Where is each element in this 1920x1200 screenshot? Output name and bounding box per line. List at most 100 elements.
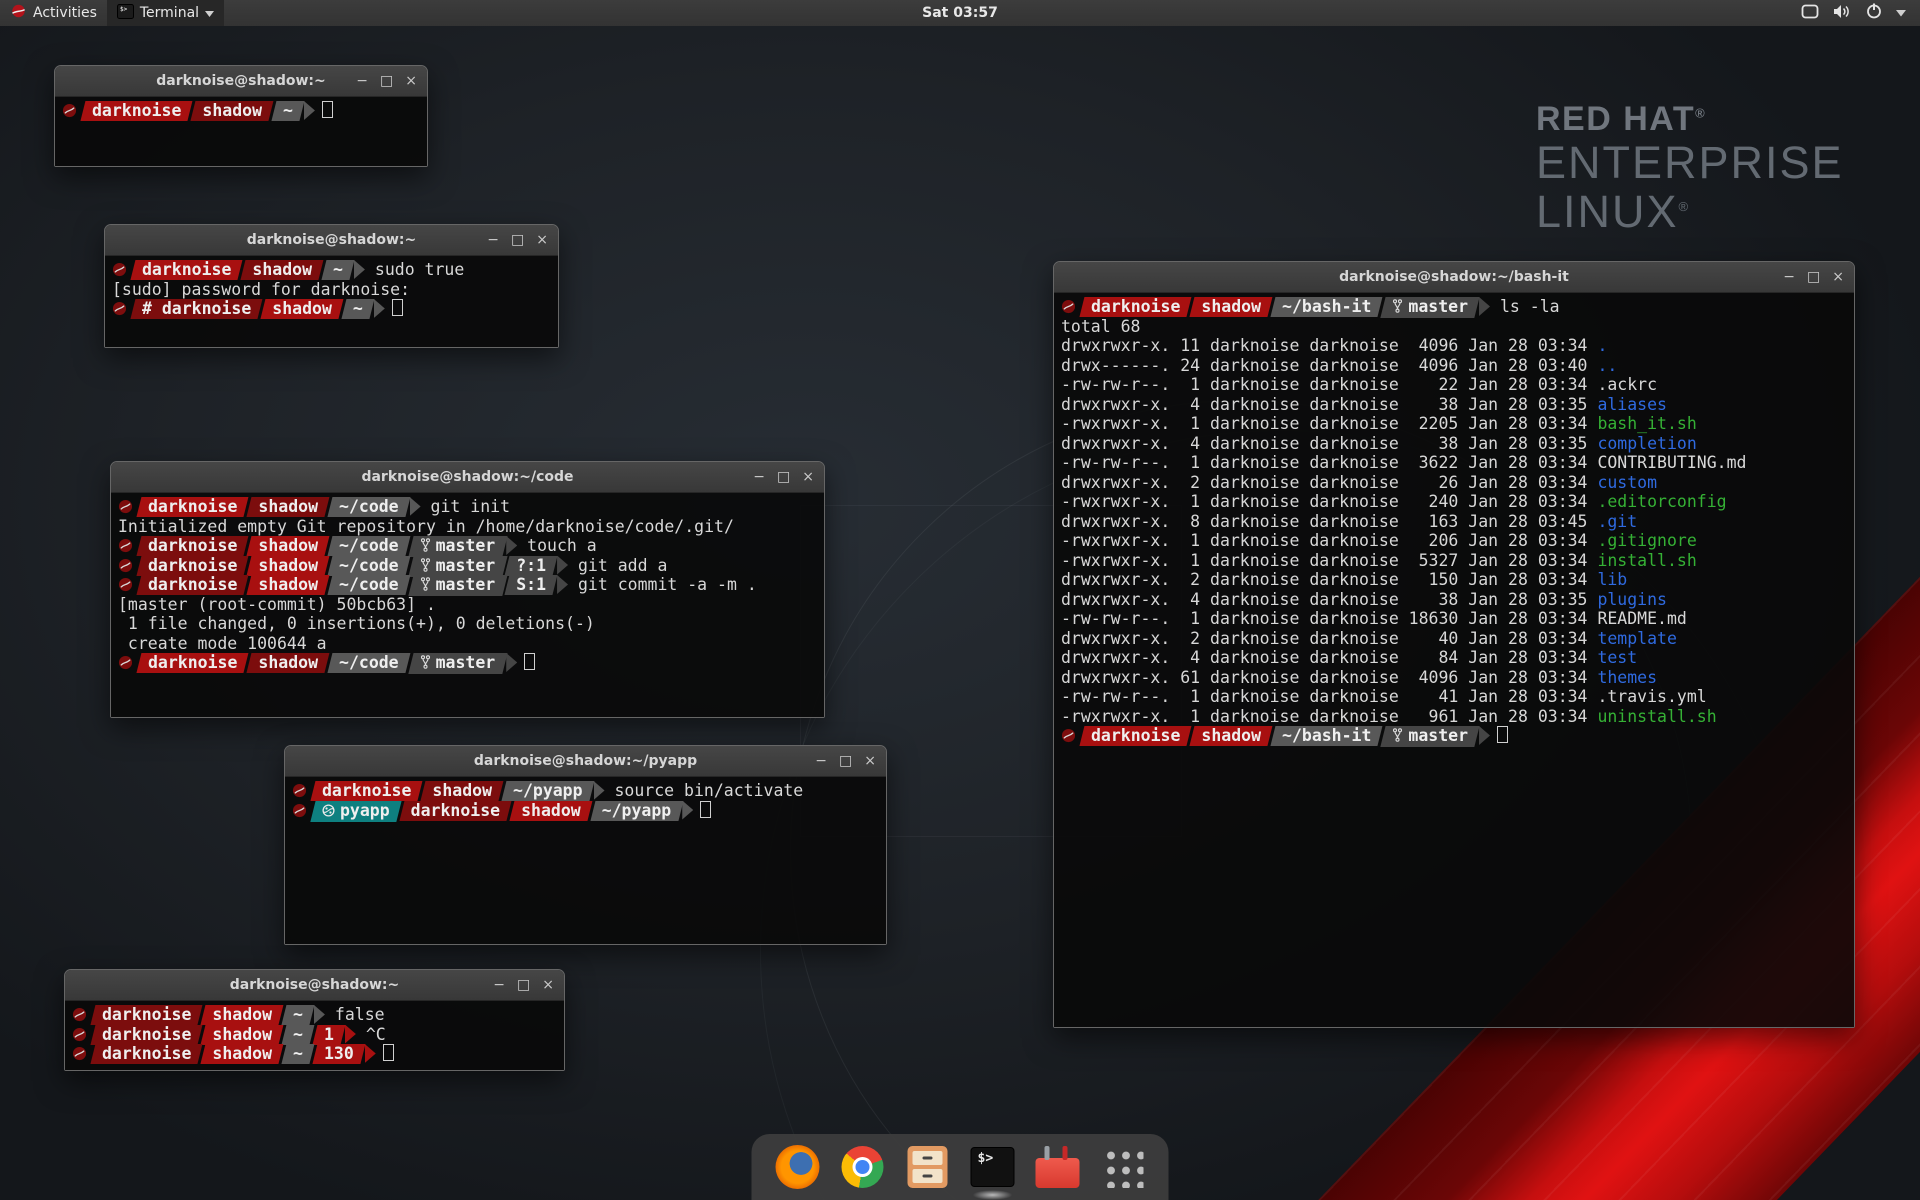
terminal-content[interactable]: darknoiseshadow~ (55, 97, 427, 166)
close-button[interactable]: × (1832, 270, 1844, 284)
minimize-button[interactable]: − (493, 978, 505, 992)
display-indicator-icon (1801, 4, 1819, 23)
command-text: ls -la (1490, 297, 1560, 316)
branch-icon (420, 654, 431, 674)
titlebar[interactable]: darknoise@shadow:~/code−□× (111, 462, 824, 493)
terminal-line: drwxrwxr-x. 61 darknoise darknoise 4096 … (1061, 668, 1847, 688)
maximize-button[interactable]: □ (511, 233, 524, 247)
dock-files-button[interactable] (904, 1143, 952, 1191)
clock[interactable]: Sat 03:57 (922, 5, 998, 21)
dock-firefox-button[interactable] (774, 1143, 822, 1191)
system-status-area[interactable] (1787, 0, 1920, 26)
activities-button[interactable]: Activities (0, 0, 107, 26)
prompt-segment: shadow (263, 299, 341, 319)
terminal-line: drwxrwxr-x. 2 darknoise darknoise 150 Ja… (1061, 570, 1847, 590)
maximize-button[interactable]: □ (777, 470, 790, 484)
prompt-segment: master (411, 536, 505, 557)
branch-icon (420, 576, 431, 596)
prompt-arrow (314, 1005, 325, 1024)
maximize-button[interactable]: □ (517, 978, 530, 992)
terminal-line: darknoiseshadow~ (62, 101, 420, 121)
terminal-content[interactable]: darknoiseshadow~/pyapp source bin/activa… (285, 777, 886, 944)
close-button[interactable]: × (864, 754, 876, 768)
brand-line-1: RED HAT (1536, 100, 1695, 138)
prompt-segment: ?:1 (507, 556, 555, 576)
close-button[interactable]: × (536, 233, 548, 247)
terminal-content[interactable]: darknoiseshadow~ sudo true[sudo] passwor… (105, 256, 558, 347)
minimize-button[interactable]: − (356, 74, 368, 88)
chrome-icon (842, 1146, 884, 1188)
window-title: darknoise@shadow:~ (247, 232, 417, 248)
terminal-line: pyappdarknoiseshadow~/pyapp (292, 801, 879, 821)
maximize-button[interactable]: □ (380, 74, 393, 88)
prompt-segment: darknoise (1082, 297, 1189, 317)
terminal-content[interactable]: darknoiseshadow~ falsedarknoiseshadow~1 … (65, 1001, 564, 1070)
prompt-segment: darknoise (313, 781, 420, 801)
titlebar[interactable]: darknoise@shadow:~ −□ × (105, 225, 558, 256)
terminal-line: Initialized empty Git repository in /hom… (118, 517, 817, 537)
prompt-segment: ~/pyapp (504, 781, 592, 801)
close-button[interactable]: × (405, 74, 417, 88)
prompt-segment: ~ (274, 101, 302, 121)
prompt-segment: shadow (1192, 726, 1270, 746)
minimize-button[interactable]: − (815, 754, 827, 768)
titlebar[interactable]: darknoise@shadow:~/bash-it−□× (1054, 262, 1854, 293)
titlebar[interactable]: darknoise@shadow:~ −□ × (55, 66, 427, 97)
terminal-line: drwxrwxr-x. 4 darknoise darknoise 38 Jan… (1061, 434, 1847, 454)
prompt-segment: ~/code (330, 556, 408, 576)
dock-chrome-button[interactable] (839, 1143, 887, 1191)
terminal-line: darknoiseshadow~ sudo true (112, 260, 551, 280)
chevron-down-icon (205, 5, 214, 21)
file-name: uninstall.sh (1597, 707, 1716, 726)
dock-app-grid-button[interactable] (1099, 1143, 1147, 1191)
desktop: RED HAT® ENTERPRISE LINUX® Activities $>… (0, 0, 1920, 1200)
minimize-button[interactable]: − (753, 470, 765, 484)
file-name: . (1597, 336, 1607, 355)
window-title: darknoise@shadow:~/pyapp (474, 753, 697, 769)
minimize-button[interactable]: − (487, 233, 499, 247)
maximize-button[interactable]: □ (839, 754, 852, 768)
app-menu-button[interactable]: $> Terminal (107, 0, 224, 26)
prompt-segment: shadow (249, 653, 327, 673)
command-text: source bin/activate (605, 781, 804, 800)
prompt-segment: darknoise (83, 101, 190, 121)
terminal-line: -rwxrwxr-x. 1 darknoise darknoise 240 Ja… (1061, 492, 1847, 512)
file-name: themes (1597, 668, 1657, 687)
prompt-segment: darknoise (139, 653, 246, 673)
close-button[interactable]: × (802, 470, 814, 484)
prompt-segment: darknoise (402, 801, 509, 821)
prompt-segment: master (1383, 726, 1477, 747)
dock-terminal-button[interactable]: $> (969, 1143, 1017, 1191)
terminal-window-pyapp: darknoise@shadow:~/pyapp −□ × darknoiseshad… (284, 745, 887, 945)
terminal-line: drwx------. 24 darknoise darknoise 4096 … (1061, 356, 1847, 376)
titlebar[interactable]: darknoise@shadow:~/pyapp −□ × (285, 746, 886, 777)
prompt-segment: # darknoise (133, 299, 260, 319)
prompt-arrow (345, 1025, 356, 1044)
prompt-segment: darknoise (139, 497, 246, 517)
maximize-button[interactable]: □ (1807, 270, 1820, 284)
terminal-cursor (700, 801, 711, 818)
file-name: lib (1597, 570, 1627, 589)
prompt-segment: darknoise (1082, 726, 1189, 746)
terminal-line: create mode 100644 a (118, 634, 817, 654)
terminal-content[interactable]: darknoiseshadow~/code git initInitialize… (111, 493, 824, 717)
file-name: .travis.yml (1597, 687, 1706, 706)
terminal-line: drwxrwxr-x. 8 darknoise darknoise 163 Ja… (1061, 512, 1847, 532)
terminal-line: darknoiseshadow~/codemaster?:1 git add a (118, 556, 817, 576)
close-button[interactable]: × (542, 978, 554, 992)
brand-line-2: ENTERPRISE (1536, 139, 1844, 188)
terminal-line: darknoiseshadow~ false (72, 1005, 557, 1025)
prompt-arrow (506, 653, 517, 672)
window-title: darknoise@shadow:~ (156, 73, 326, 89)
prompt-segment: darknoise (93, 1044, 200, 1064)
command-text: git commit -a -m . (568, 575, 757, 594)
titlebar[interactable]: darknoise@shadow:~−□× (65, 970, 564, 1001)
brand-line-3: LINUX (1536, 186, 1679, 237)
dock-toolbox-button[interactable] (1034, 1143, 1082, 1191)
minimize-button[interactable]: − (1783, 270, 1795, 284)
terminal-content[interactable]: darknoiseshadow~/bash-itmaster ls -latot… (1054, 293, 1854, 1027)
terminal-line: [sudo] password for darknoise: (112, 280, 551, 300)
file-name: plugins (1597, 590, 1667, 609)
prompt-segment: darknoise (93, 1005, 200, 1025)
prompt-segment: darknoise (93, 1025, 200, 1045)
